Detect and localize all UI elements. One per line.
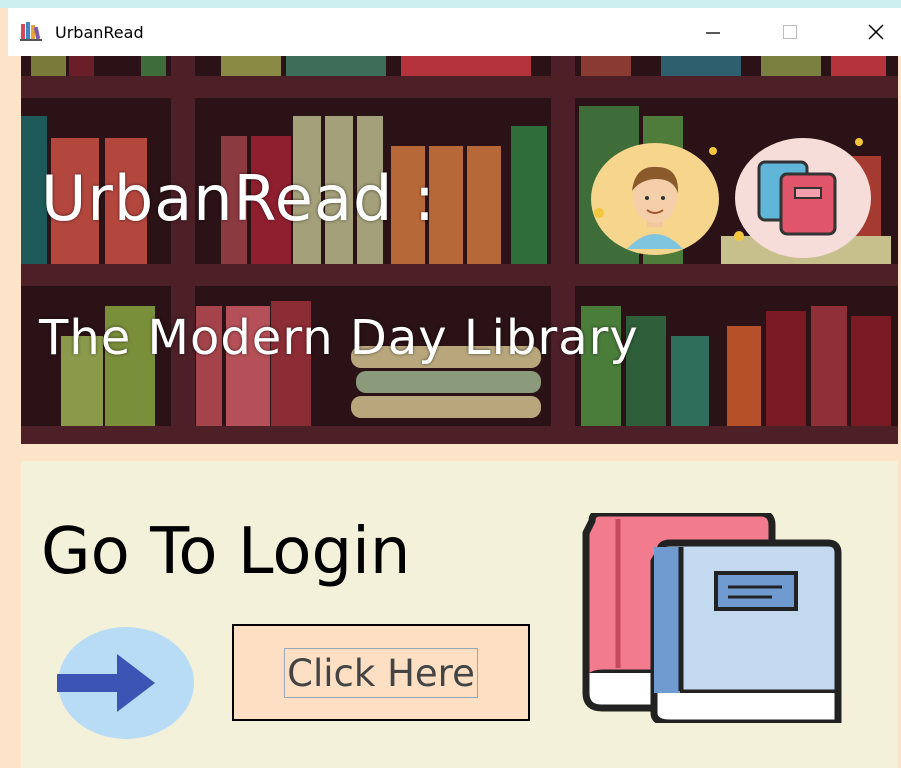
login-heading: Go To Login bbox=[41, 515, 411, 589]
window-title: UrbanRead bbox=[55, 23, 144, 42]
close-button[interactable] bbox=[846, 8, 901, 56]
click-here-label: Click Here bbox=[284, 647, 478, 698]
hero-title: UrbanRead : bbox=[41, 162, 436, 235]
click-here-button[interactable]: Click Here bbox=[232, 624, 530, 721]
minimize-icon bbox=[706, 32, 720, 34]
app-window: UrbanRead UrbanRead: The Modern Day Lib… bbox=[0, 8, 901, 768]
maximize-icon bbox=[783, 25, 797, 39]
title-bar[interactable]: UrbanRead bbox=[8, 8, 901, 56]
hero-subtitle: The Modern Day Library bbox=[39, 310, 639, 366]
login-panel: Go To Login Click Here bbox=[21, 461, 898, 768]
user-avatar-icon bbox=[591, 143, 719, 255]
arrow-right-icon[interactable] bbox=[57, 626, 195, 740]
books-app-icon bbox=[20, 22, 42, 41]
minimize-button[interactable] bbox=[683, 8, 743, 56]
maximize-button[interactable] bbox=[760, 8, 820, 56]
close-icon bbox=[868, 24, 884, 40]
books-illustration bbox=[582, 513, 842, 723]
books-icon bbox=[734, 138, 871, 258]
hero-banner: UrbanRead : The Modern Day Library bbox=[21, 56, 898, 444]
